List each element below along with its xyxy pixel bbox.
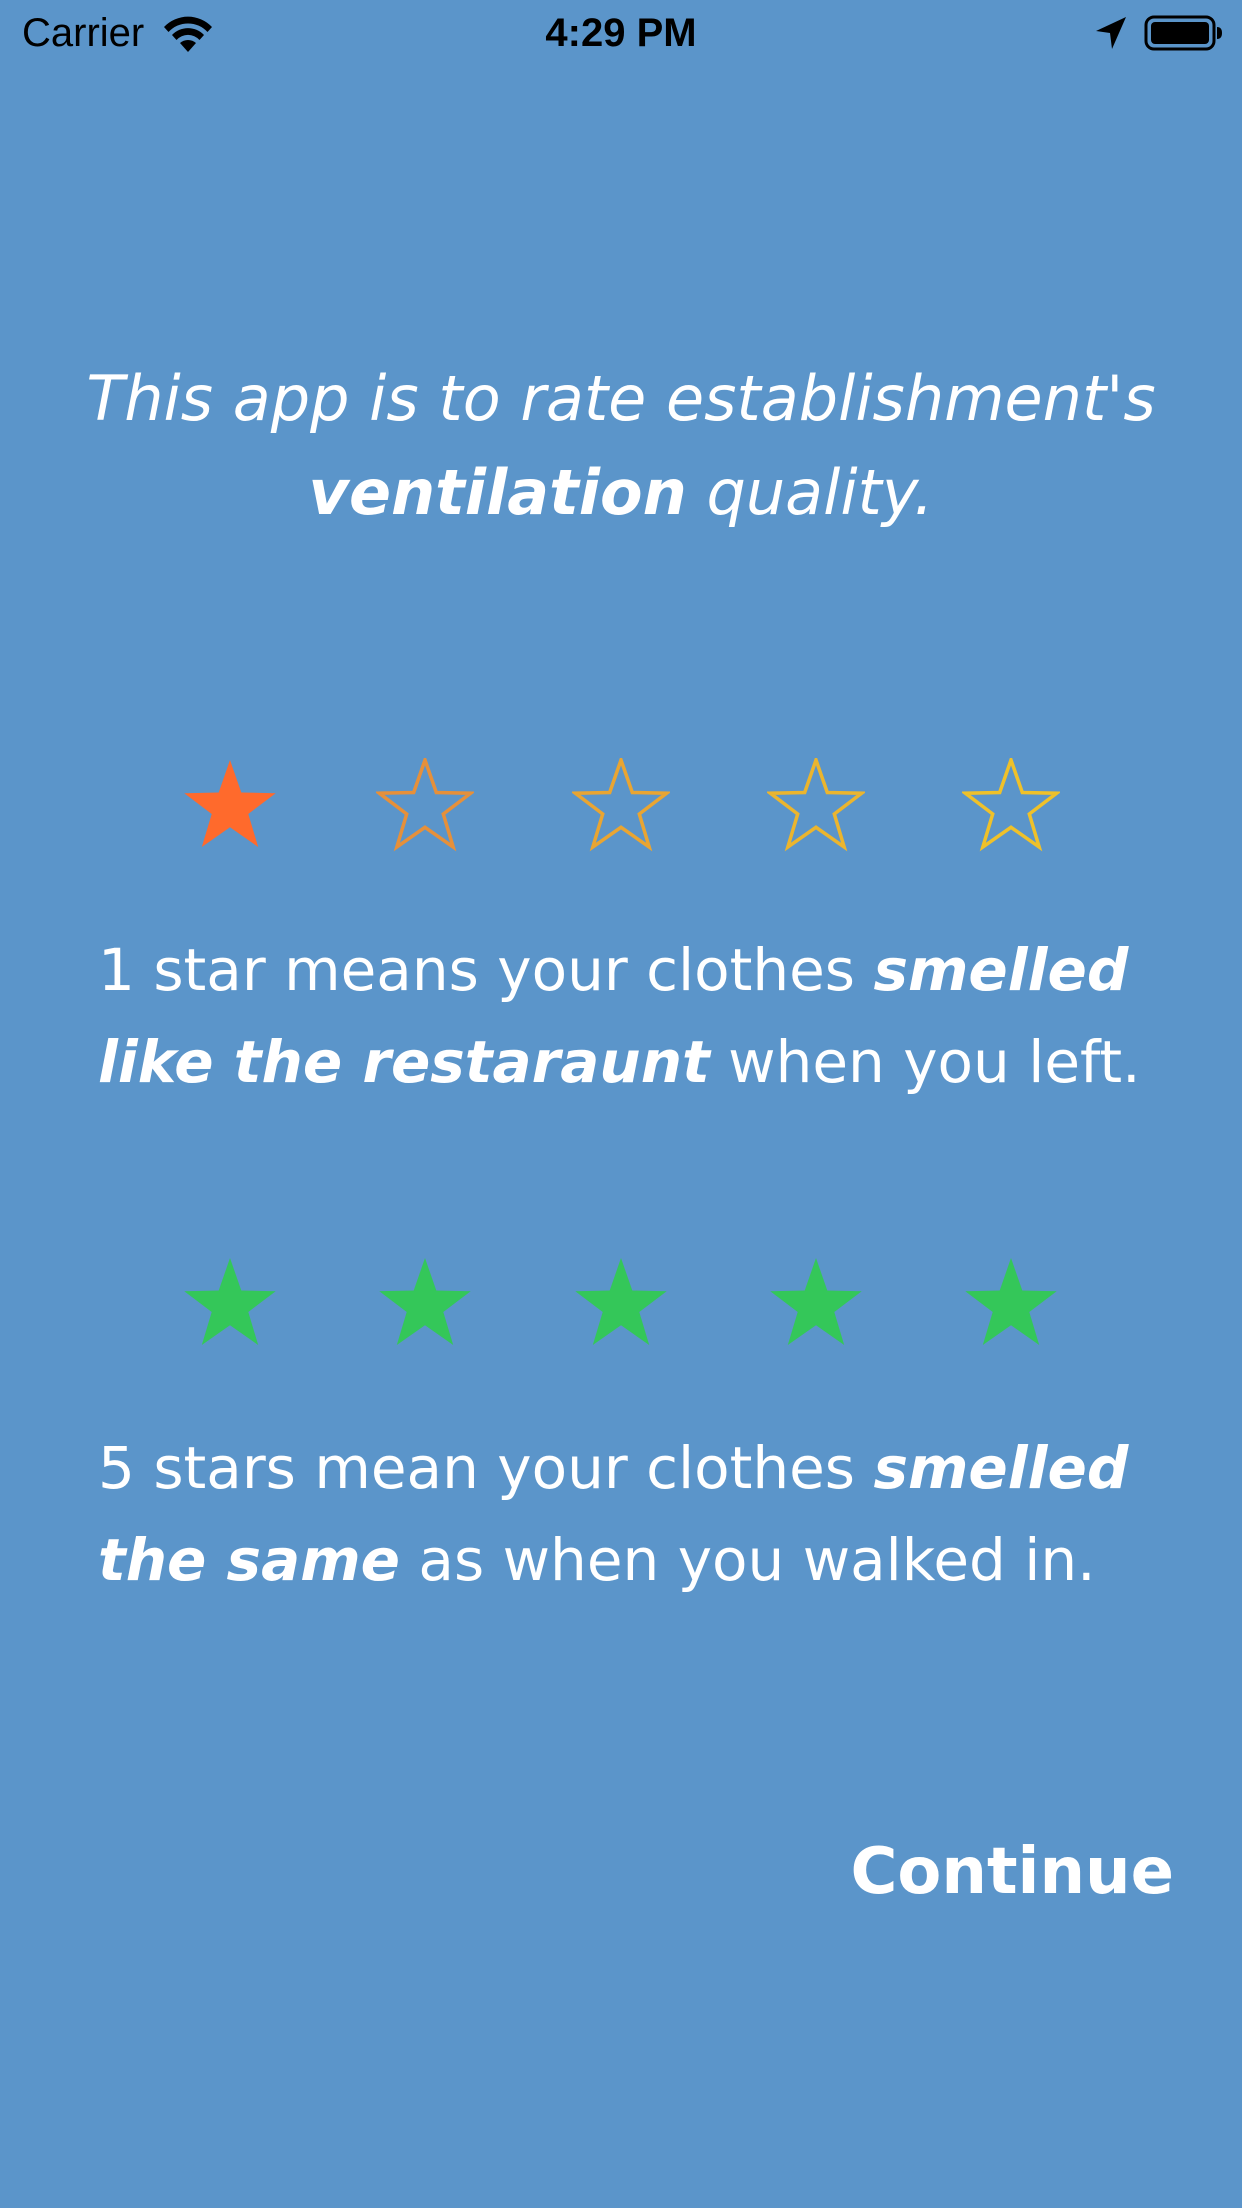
intro-bold-word: ventilation	[308, 456, 687, 529]
five-star-text-post: as when you walked in.	[399, 1526, 1096, 1594]
continue-button[interactable]: Continue	[850, 1832, 1174, 1912]
five-star-description: 5 stars mean your clothes smelled the sa…	[98, 1422, 1178, 1606]
five-star-rating-row	[0, 1256, 1242, 1356]
five-star-row-star-2-filled-icon	[379, 1258, 471, 1345]
five-star-row-star-3-filled-icon	[575, 1258, 667, 1345]
one-star-text-post: when you left.	[709, 1028, 1141, 1096]
one-star-text-bold1: smelled	[873, 936, 1129, 1004]
intro-line1: This app is to rate establishment's	[86, 362, 1156, 435]
one-star-row-star-5-outline-icon	[962, 758, 1060, 852]
five-star-row-star-1-filled-icon	[184, 1258, 276, 1345]
one-star-text-bold2: like the restaraunt	[98, 1028, 710, 1096]
five-star-text-pre: 5 stars mean your clothes	[98, 1434, 874, 1502]
one-star-description: 1 star means your clothes smelled like t…	[98, 924, 1178, 1108]
five-star-text-bold2: the same	[98, 1526, 400, 1594]
one-star-rating-row	[0, 758, 1242, 858]
battery-icon	[1144, 15, 1222, 51]
intro-rest: quality.	[686, 456, 934, 529]
five-star-row-star-5-filled-icon	[965, 1258, 1057, 1345]
status-time: 4:29 PM	[545, 11, 697, 55]
five-star-text-bold1: smelled	[873, 1434, 1129, 1502]
intro-text: This app is to rate establishment's vent…	[40, 352, 1202, 540]
one-star-text-pre: 1 star means your clothes	[98, 936, 874, 1004]
one-star-row-star-2-outline-icon	[376, 758, 474, 852]
one-star-row-star-4-outline-icon	[767, 758, 865, 852]
one-star-row-star-1-filled-icon	[184, 760, 276, 847]
one-star-row-star-3-outline-icon	[572, 758, 670, 852]
five-star-row-star-4-filled-icon	[770, 1258, 862, 1345]
location-arrow-icon	[1096, 17, 1126, 49]
status-bar: Carrier 4:29 PM	[0, 0, 1242, 66]
